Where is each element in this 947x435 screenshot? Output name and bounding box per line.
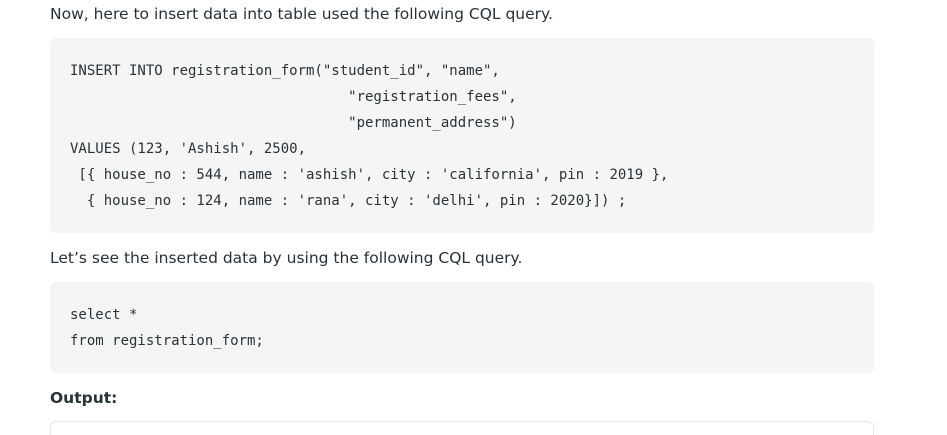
- select-code-block: select * from registration_form;: [50, 282, 874, 373]
- code-line: INSERT INTO registration_form("student_i…: [70, 63, 500, 79]
- output-box: [50, 421, 874, 435]
- intro-paragraph: Now, here to insert data into table used…: [50, 5, 553, 23]
- output-heading: Output:: [50, 389, 118, 407]
- select-intro-paragraph: Let’s see the inserted data by using the…: [50, 249, 523, 267]
- code-line: VALUES (123, 'Ashish', 2500,: [70, 141, 307, 157]
- code-line: [{ house_no : 544, name : 'ashish', city…: [70, 167, 669, 183]
- code-line: select *: [70, 307, 138, 323]
- code-line: "permanent_address"): [70, 115, 517, 131]
- code-line: { house_no : 124, name : 'rana', city : …: [70, 193, 627, 209]
- code-line: from registration_form;: [70, 333, 264, 349]
- insert-code-block: INSERT INTO registration_form("student_i…: [50, 38, 874, 233]
- code-line: "registration_fees",: [70, 89, 517, 105]
